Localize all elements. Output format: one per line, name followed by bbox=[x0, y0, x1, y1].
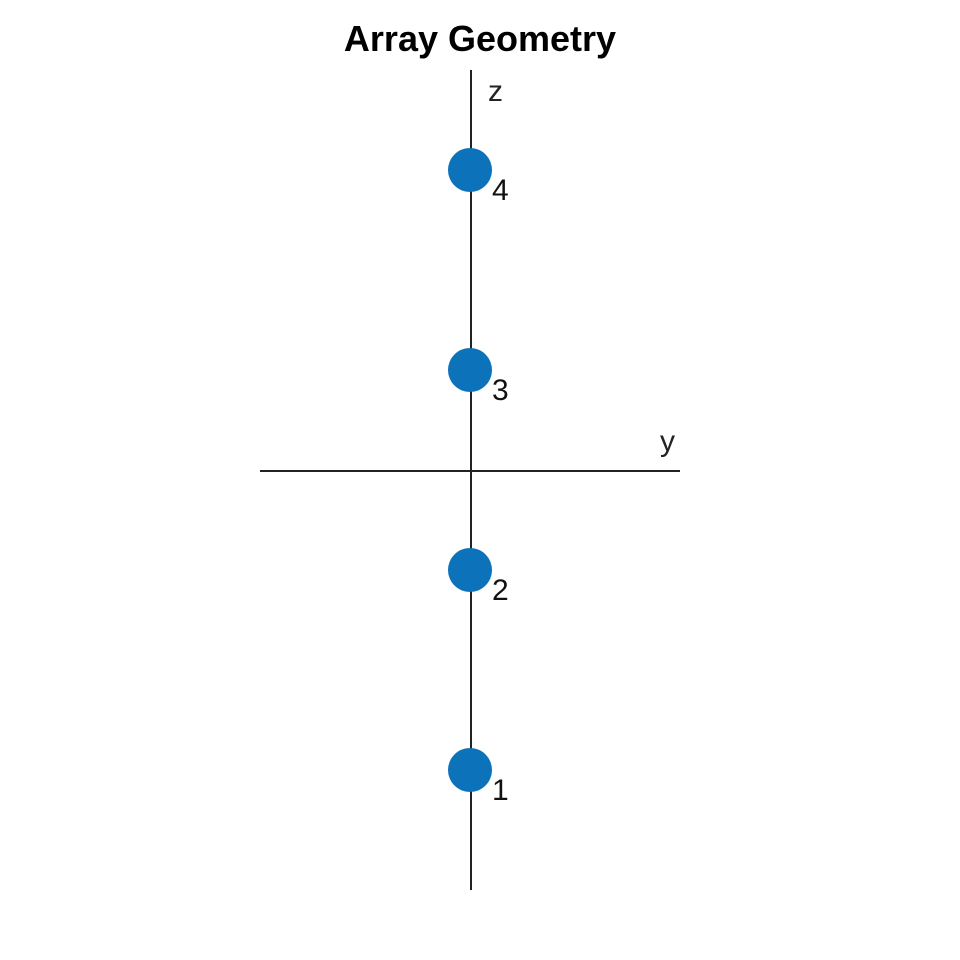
element-label: 1 bbox=[492, 774, 509, 808]
element-point bbox=[448, 148, 492, 192]
y-axis-line bbox=[260, 470, 680, 472]
element-point bbox=[448, 348, 492, 392]
z-axis-label: z bbox=[488, 75, 503, 109]
element-label: 3 bbox=[492, 374, 509, 408]
element-point bbox=[448, 748, 492, 792]
element-point bbox=[448, 548, 492, 592]
y-axis-label: y bbox=[660, 425, 675, 459]
element-label: 4 bbox=[492, 174, 509, 208]
chart-title: Array Geometry bbox=[0, 18, 960, 60]
chart-container: Array Geometry z y 1 2 3 4 bbox=[0, 0, 960, 960]
element-label: 2 bbox=[492, 574, 509, 608]
plot-area: z y 1 2 3 4 bbox=[260, 70, 680, 890]
